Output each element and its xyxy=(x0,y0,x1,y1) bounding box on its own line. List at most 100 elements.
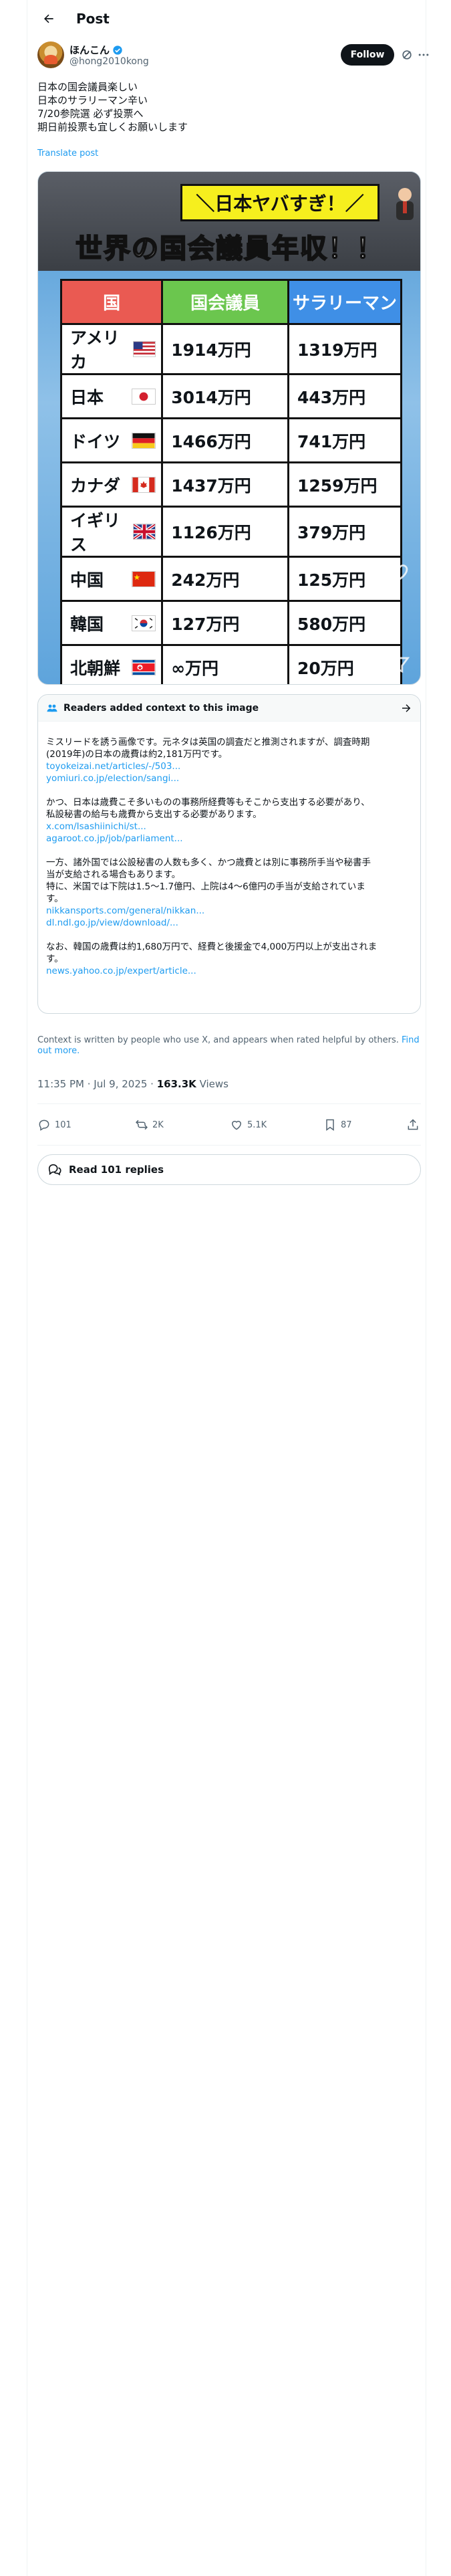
note-paragraph: 一方、諸外国では公設秘書の人数も多く、かつ歳費とは別に事務所手当や秘書手 当が支… xyxy=(46,857,414,929)
mp-salary-cell: 3014万円 xyxy=(161,373,289,419)
repost-icon xyxy=(136,1119,148,1130)
country-cell: 中国 xyxy=(59,556,164,602)
column-header: 国 xyxy=(59,279,164,325)
note-link[interactable]: toyokeizai.net/articles/-/503... xyxy=(46,760,414,772)
ca-flag-icon xyxy=(132,476,156,493)
country-cell: アメリカ xyxy=(59,323,164,375)
post-line: 日本のサラリーマン辛い xyxy=(37,94,148,106)
read-replies-button[interactable]: Read 101 replies xyxy=(37,1154,421,1185)
country-name: ドイツ xyxy=(70,431,121,451)
kp-flag-icon xyxy=(132,659,156,675)
author-name[interactable]: ほんこん xyxy=(69,43,110,57)
country-name: 韓国 xyxy=(70,614,104,634)
note-paragraph: なお、韓国の歳費は約1,680万円で、経費と後援金で4,000万円以上が支出され… xyxy=(46,941,414,977)
reply-icon xyxy=(39,1119,49,1131)
note-text: 一方、諸外国では公設秘書の人数も多く、かつ歳費とは別に事務所手当や秘書手 xyxy=(46,857,371,868)
table-row: 日本 3014万円 443万円 xyxy=(59,373,403,419)
mp-salary-cell: 1466万円 xyxy=(161,417,289,463)
share-icon xyxy=(408,1119,418,1130)
grok-icon[interactable] xyxy=(400,48,414,62)
table-row: 中国 242万円 125万円 xyxy=(59,556,403,602)
country-name: アメリカ xyxy=(70,328,120,372)
follow-button[interactable]: Follow xyxy=(341,44,394,66)
mp-salary-cell: 1126万円 xyxy=(161,506,289,558)
reply-button[interactable]: 101 xyxy=(37,1118,71,1132)
like-button[interactable]: 5.1K xyxy=(230,1118,267,1132)
author-handle[interactable]: @hong2010kong xyxy=(69,56,149,67)
note-link[interactable]: agaroot.co.jp/job/parliament... xyxy=(46,833,414,845)
read-replies-label: Read 101 replies xyxy=(69,1164,164,1176)
table-row: アメリカ 1914万円 1319万円 xyxy=(59,323,403,375)
author-name-row[interactable]: ほんこん xyxy=(69,43,123,57)
community-note[interactable]: Readers added context to this image ミスリー… xyxy=(37,694,421,1014)
community-note-header[interactable]: Readers added context to this image xyxy=(38,695,420,722)
divider xyxy=(37,1145,421,1146)
mp-salary-cell: 1437万円 xyxy=(161,461,289,508)
note-link[interactable]: dl.ndl.go.jp/view/download/... xyxy=(46,917,414,929)
note-text: す。 xyxy=(46,893,63,904)
mp-salary-cell: ∞万円 xyxy=(161,644,289,684)
image-banner: ＼日本ヤバすぎ！／ xyxy=(180,184,380,221)
post-timestamp[interactable]: 11:35 PM · Jul 9, 2025 · xyxy=(37,1078,157,1090)
translate-post-link[interactable]: Translate post xyxy=(37,148,98,158)
divider xyxy=(37,1103,421,1104)
bookmark-icon xyxy=(326,1119,334,1131)
verified-badge-icon xyxy=(113,45,122,55)
table-row: 北朝鮮 ∞万円 20万円 xyxy=(59,644,403,684)
note-link[interactable]: news.yahoo.co.jp/expert/article... xyxy=(46,965,414,977)
column-header: 国会議員 xyxy=(161,279,289,325)
note-link[interactable]: x.com/Isashiinichi/st... xyxy=(46,821,414,833)
table-header-row: 国 国会議員 サラリーマン xyxy=(59,279,403,325)
worker-salary-cell: 443万円 xyxy=(287,373,403,419)
like-count: 5.1K xyxy=(247,1119,267,1130)
back-arrow-icon[interactable] xyxy=(37,7,60,30)
note-link[interactable]: yomiuri.co.jp/election/sangi... xyxy=(46,772,414,784)
image-title: 世界の国会議員年収！！ xyxy=(75,233,384,265)
share-button[interactable] xyxy=(406,1118,420,1132)
note-text: (2019年)の日本の歳費は約2,181万円です。 xyxy=(46,749,228,760)
page-title: Post xyxy=(76,11,110,27)
country-name: 中国 xyxy=(70,570,104,590)
country-name: イギリス xyxy=(70,511,121,554)
more-options-icon[interactable] xyxy=(417,48,430,62)
post-line: 期日前投票も宜しくお願いします xyxy=(37,121,188,133)
uk-flag-icon xyxy=(133,524,156,540)
column-header: サラリーマン xyxy=(287,279,403,325)
community-note-title: Readers added context to this image xyxy=(63,702,259,714)
top-bar: Post xyxy=(27,0,426,37)
post-image[interactable]: ＼日本ヤバすぎ！／ 世界の国会議員年収！！ 国 国会議員 サラリーマン アメリカ… xyxy=(37,171,421,685)
country-cell: 日本 xyxy=(59,373,164,419)
note-paragraph: かつ、日本は歳費こそ多いものの事務所経費等もそこから支出する必要があり、 私設秘… xyxy=(46,796,414,845)
people-icon xyxy=(47,704,57,712)
note-text: 私設秘書の給与も歳費から支出する必要があります。 xyxy=(46,809,262,820)
table-row: 韓国 127万円 580万円 xyxy=(59,600,403,646)
note-text: 当が支給される場合もあります。 xyxy=(46,869,181,880)
repost-button[interactable]: 2K xyxy=(135,1118,164,1132)
note-text: ミスリードを誘う画像です。元ネタは英国の調査だと推測されますが、調査時期 xyxy=(46,737,370,748)
country-cell: イギリス xyxy=(59,506,164,558)
repost-count: 2K xyxy=(152,1119,164,1130)
worker-salary-cell: 1319万円 xyxy=(287,323,403,375)
country-cell: ドイツ xyxy=(59,417,164,463)
kr-flag-icon xyxy=(132,615,156,631)
filter-overlay-icon xyxy=(390,657,410,673)
worker-salary-cell: 125万円 xyxy=(287,556,403,602)
post-header: ほんこん @hong2010kong Follow xyxy=(37,41,429,72)
note-paragraph: ミスリードを誘う画像です。元ネタは英国の調査だと推測されますが、調査時期 (20… xyxy=(46,736,414,784)
arrow-right-icon[interactable] xyxy=(400,702,412,714)
table-row: カナダ 1437万円 1259万円 xyxy=(59,461,403,508)
heart-icon xyxy=(231,1121,242,1130)
avatar[interactable] xyxy=(37,41,64,68)
mp-salary-cell: 1914万円 xyxy=(161,323,289,375)
country-cell: カナダ xyxy=(59,461,164,508)
mp-salary-cell: 242万円 xyxy=(161,556,289,602)
country-cell: 韓国 xyxy=(59,600,164,646)
bookmark-button[interactable]: 87 xyxy=(323,1118,352,1132)
post-meta: 11:35 PM · Jul 9, 2025 · 163.3K Views xyxy=(37,1078,229,1090)
note-link[interactable]: nikkansports.com/general/nikkan... xyxy=(46,905,414,917)
us-flag-icon xyxy=(132,341,156,357)
bookmark-count: 87 xyxy=(341,1119,352,1130)
table-row: イギリス 1126万円 379万円 xyxy=(59,506,403,558)
worker-salary-cell: 580万円 xyxy=(287,600,403,646)
mp-salary-cell: 127万円 xyxy=(161,600,289,646)
